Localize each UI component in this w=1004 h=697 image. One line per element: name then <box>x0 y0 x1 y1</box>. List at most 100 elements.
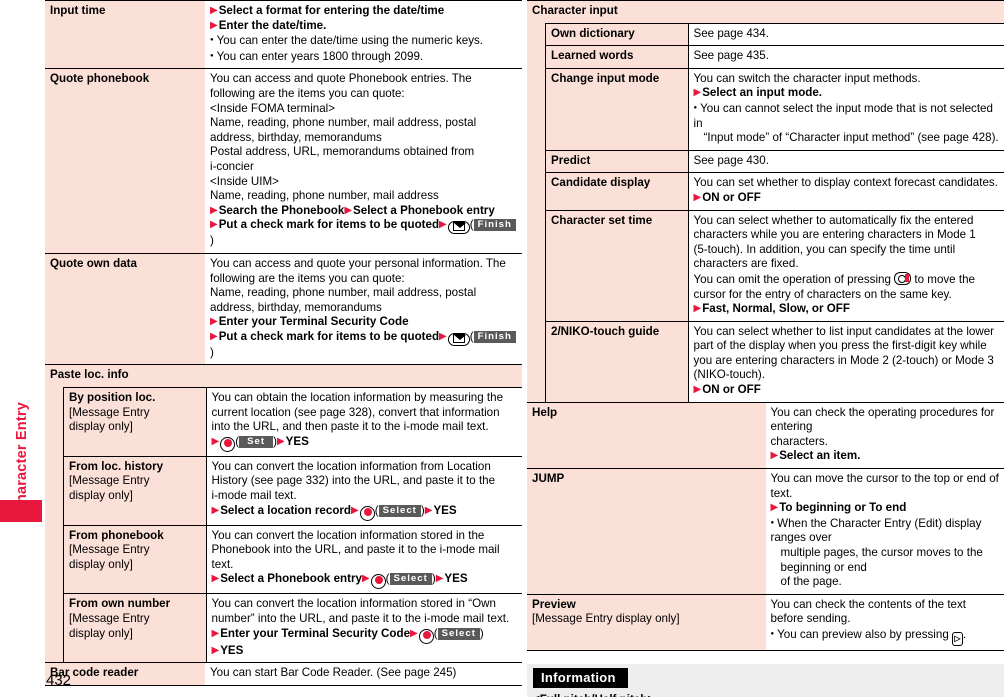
center-key-icon <box>220 436 236 452</box>
group-header-row: Paste loc. info <box>45 364 522 388</box>
row-key: Quote own data <box>45 253 205 366</box>
center-key-icon <box>370 574 386 590</box>
table-row: Bar code reader You can start Bar Code R… <box>45 662 522 686</box>
row-value: You can select whether to automatically … <box>688 209 1004 322</box>
group-title: Character input <box>527 0 1004 23</box>
table-row: Predict See page 430. <box>546 149 1004 173</box>
row-key: Predict <box>546 149 689 173</box>
bullet-cont-line: “Input mode” of “Character input method”… <box>703 131 999 145</box>
envelope-glyph <box>452 333 466 343</box>
nested-table: By position loc. [Message Entry display … <box>64 388 522 663</box>
row-value: You can select whether to list input can… <box>688 320 1004 402</box>
table-row: Candidate display You can set whether to… <box>546 172 1004 211</box>
step-arrow-icon: ▶ <box>210 316 218 328</box>
center-key-dot <box>374 576 383 585</box>
step-arrow-icon: ▶ <box>361 573 370 585</box>
step-line: ▶Select an item. <box>770 449 861 463</box>
step-line: ▶Fast, Normal, Slow, or OFF <box>693 302 850 316</box>
step-arrow-icon: ▶ <box>344 204 353 216</box>
row-key: Candidate display <box>546 172 689 211</box>
step-arrow-icon: ▶ <box>210 204 218 216</box>
row-value: You can set whether to display context f… <box>688 172 1004 211</box>
center-key-dot <box>224 438 233 447</box>
step-arrow-icon: ▶ <box>439 219 447 231</box>
row-value: See page 430. <box>688 149 1004 173</box>
row-key: From phonebook [Message Entry display on… <box>64 524 207 594</box>
step-arrow-icon: ▶ <box>210 19 218 31</box>
step-arrow-icon: ▶ <box>693 384 702 396</box>
bullet-line: You can preview also by pressing ▷. <box>771 627 1000 646</box>
step-arrow-icon: ▶ <box>351 504 359 516</box>
step-line: ▶Enter your Terminal Security Code <box>210 315 409 329</box>
row-key: JUMP <box>527 468 766 595</box>
row-value: You can access and quote your personal i… <box>205 253 522 366</box>
step-arrow-icon: ▶ <box>693 191 702 203</box>
softkey-badge: Select <box>437 627 480 640</box>
step-arrow-icon: ▶ <box>424 504 433 516</box>
row-key: 2/NIKO-touch guide <box>546 320 689 402</box>
step-line: ▶Search the Phonebook▶Select a Phonebook… <box>210 203 495 217</box>
step-line: ▶Enter your Terminal Security Code▶(Sele… <box>212 627 518 644</box>
step-line: ▶YES <box>211 643 244 657</box>
page-number: 432 <box>46 672 72 689</box>
step-arrow-icon: ▶ <box>770 450 779 462</box>
row-value: You can move the cursor to the top or en… <box>765 468 1004 595</box>
nested-table: Own dictionary See page 434. Learned wor… <box>546 23 1004 402</box>
group-body: Own dictionary See page 434. Learned wor… <box>527 22 1004 403</box>
mail-key-icon <box>447 221 470 235</box>
bullet-cont-line: multiple pages, the cursor moves to the … <box>780 546 983 574</box>
chapter-label-vertical: Character Entry <box>0 0 44 520</box>
step-line: ▶To beginning or To end <box>770 501 907 515</box>
step-line: ▶Enter the date/time. <box>210 18 327 32</box>
step-arrow-icon: ▶ <box>210 330 218 342</box>
table-row: From loc. history [Message Entry display… <box>64 455 522 526</box>
row-value: See page 435. <box>688 45 1004 69</box>
nested-table-wrapper: By position loc. [Message Entry display … <box>63 387 522 663</box>
group-header-row: Character input <box>527 0 1004 23</box>
information-subheading: <Full pitch/Half pitch> <box>527 692 1004 697</box>
table-row: 2/NIKO-touch guide You can select whethe… <box>546 320 1004 402</box>
table-row: Quote phonebook You can access and quote… <box>45 68 522 254</box>
step-line: ▶Select an input mode. <box>693 86 823 100</box>
bullet-line: You can enter the date/time using the nu… <box>210 33 517 49</box>
chapter-side-tab: Character Entry <box>0 0 44 697</box>
softkey-badge: Finish <box>473 330 516 343</box>
table-row: From own number [Message Entry display o… <box>64 593 522 663</box>
manual-page: Character Entry Input time ▶Select a for… <box>0 0 1004 697</box>
step-arrow-icon: ▶ <box>210 219 218 231</box>
table-row: From phonebook [Message Entry display on… <box>64 524 522 594</box>
softkey-badge: Select <box>378 504 421 517</box>
row-value: You can start Bar Code Reader. (See page… <box>205 662 522 686</box>
row-value: See page 434. <box>688 23 1004 46</box>
row-value: You can check the operating procedures f… <box>765 402 1004 470</box>
step-line: ▶Select a location record▶(Select)▶YES <box>212 504 518 521</box>
step-line: ▶Select a Phonebook entry▶(Select)▶YES <box>211 572 518 590</box>
preview-key-icon: ▷ <box>952 631 963 646</box>
table-row: Input time ▶Select a format for entering… <box>45 0 522 70</box>
step-arrow-icon: ▶ <box>435 573 444 585</box>
step-arrow-icon: ▶ <box>211 573 220 585</box>
table-row: JUMP You can move the cursor to the top … <box>527 468 1004 595</box>
table-row: Preview [Message Entry display only] You… <box>527 594 1004 651</box>
softkey-badge: Select <box>389 573 432 586</box>
row-key: Input time <box>45 0 205 70</box>
table-row: Quote own data You can access and quote … <box>45 253 522 366</box>
right-column: Character input Own dictionary See page … <box>527 0 1004 697</box>
step-line: ▶ON or OFF <box>693 383 761 397</box>
row-value: You can obtain the location information … <box>206 388 522 457</box>
row-key: Quote phonebook <box>45 68 205 254</box>
row-value: You can convert the location information… <box>206 593 522 663</box>
step-line: ▶Put a check mark for items to be quoted… <box>210 330 517 361</box>
step-arrow-icon: ▶ <box>693 87 702 99</box>
table-row: Character set time You can select whethe… <box>546 209 1004 322</box>
information-heading: Information <box>533 667 628 688</box>
row-value: ▶Select a format for entering the date/t… <box>205 0 522 70</box>
step-arrow-icon: ▶ <box>211 435 220 447</box>
bullet-line: You can enter years 1800 through 2099. <box>210 49 517 65</box>
row-key: From own number [Message Entry display o… <box>64 593 207 663</box>
row-value: You can convert the location information… <box>206 455 522 526</box>
step-arrow-icon: ▶ <box>211 644 220 656</box>
table-row: Own dictionary See page 434. <box>546 23 1004 46</box>
row-value: You can check the contents of the text b… <box>765 594 1004 651</box>
step-line: ▶Select a format for entering the date/t… <box>210 4 445 17</box>
